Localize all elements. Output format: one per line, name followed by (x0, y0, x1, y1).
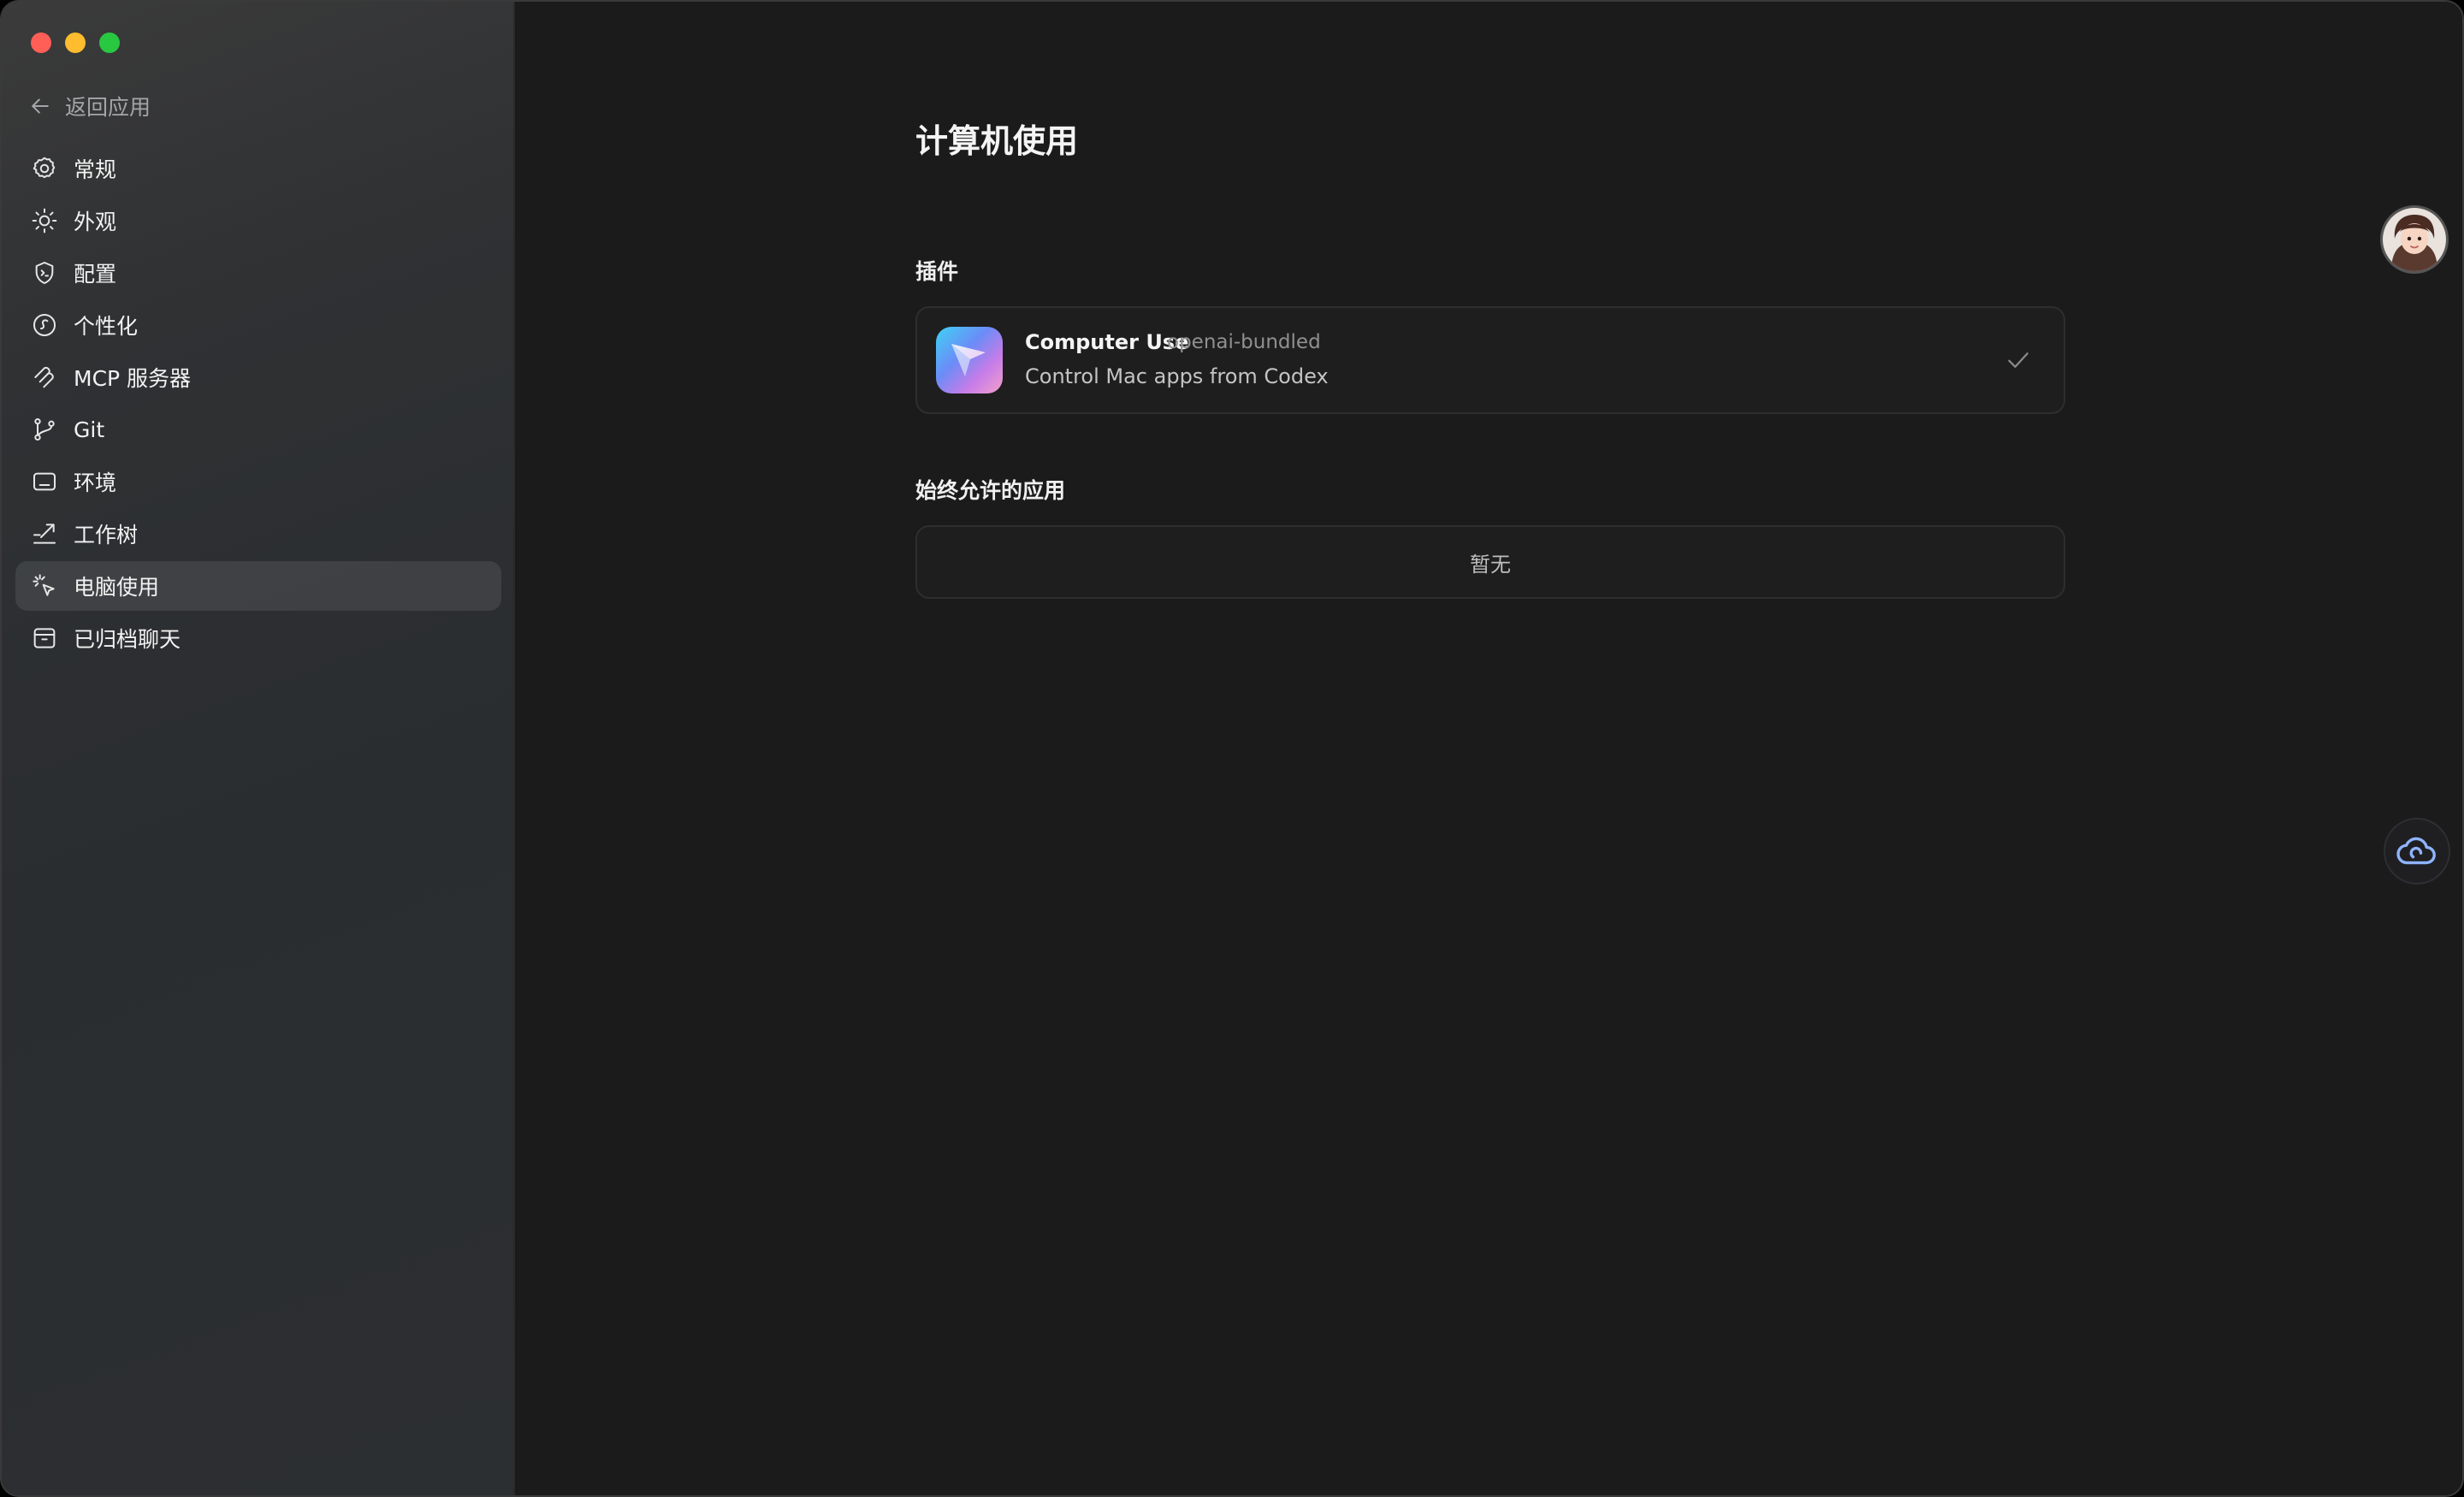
sidebar-item-label: 常规 (74, 157, 117, 182)
plugins-section-title: 插件 (915, 259, 959, 284)
arrow-left-icon (32, 98, 49, 114)
sidebar-item-label: 电脑使用 (74, 575, 160, 600)
empty-state-label: 暂无 (1470, 552, 1511, 577)
settings-nav: 常规 外观 配置 个性化 MCP 服务器 Git 环境 工作树 电脑使用 已归档… (15, 144, 501, 666)
cloud-sync-button[interactable] (2384, 818, 2450, 885)
sidebar-item-worktree[interactable]: 工作树 (15, 509, 501, 559)
cloud-icon (2396, 837, 2436, 865)
sidebar-item-personalization[interactable]: 个性化 (15, 300, 501, 350)
user-avatar[interactable] (2380, 205, 2449, 274)
computer-use-app-icon (936, 327, 1003, 393)
zoom-window-button[interactable] (99, 33, 120, 53)
cursor-click-icon (31, 572, 58, 600)
sidebar-item-label: 外观 (74, 210, 117, 234)
back-to-app-button[interactable]: 返回应用 (27, 91, 151, 121)
sidebar-item-label: MCP 服务器 (74, 366, 192, 391)
settings-content: 计算机使用 插件 Computer Use openai-bundled Con… (517, 2, 2462, 1495)
sidebar-item-general[interactable]: 常规 (15, 144, 501, 193)
settings-sidebar: 返回应用 常规 外观 配置 个性化 MCP 服务器 Git 环境 工作树 电脑使… (2, 2, 515, 1495)
window-controls (31, 33, 120, 53)
app-window: 返回应用 常规 外观 配置 个性化 MCP 服务器 Git 环境 工作树 电脑使… (0, 0, 2464, 1497)
sidebar-item-label: Git (74, 417, 105, 442)
avatar-face-icon (2383, 208, 2446, 271)
plugin-description: Control Mac apps from Codex (1025, 364, 1329, 388)
archive-icon (31, 624, 58, 652)
git-branch-icon (31, 416, 58, 443)
sidebar-item-archived-chats[interactable]: 已归档聊天 (15, 613, 501, 663)
sidebar-item-appearance[interactable]: 外观 (15, 196, 501, 246)
config-shield-icon (31, 259, 58, 287)
allowed-apps-empty-state: 暂无 (915, 525, 2065, 599)
back-label: 返回应用 (65, 95, 151, 120)
plugin-name: Computer Use (1025, 330, 1189, 354)
sidebar-item-computer-use[interactable]: 电脑使用 (15, 561, 501, 611)
sidebar-item-label: 个性化 (74, 314, 139, 339)
allowed-apps-section-title: 始终允许的应用 (915, 478, 1066, 503)
sidebar-item-label: 环境 (74, 470, 117, 495)
sidebar-item-label: 工作树 (74, 523, 139, 547)
gear-icon (31, 155, 58, 182)
close-window-button[interactable] (31, 33, 51, 53)
worktree-icon (31, 520, 58, 547)
sidebar-item-label: 已归档聊天 (74, 627, 181, 652)
plugin-source: openai-bundled (1167, 331, 1321, 353)
sidebar-item-label: 配置 (74, 262, 117, 287)
sidebar-item-git[interactable]: Git (15, 405, 501, 454)
sidebar-item-environment[interactable]: 环境 (15, 457, 501, 506)
checkmark-icon[interactable] (2004, 346, 2033, 375)
sun-icon (31, 207, 58, 234)
mcp-icon (31, 364, 58, 391)
minimize-window-button[interactable] (65, 33, 86, 53)
sidebar-item-config[interactable]: 配置 (15, 248, 501, 298)
page-title: 计算机使用 (915, 122, 1079, 160)
sidebar-item-mcp[interactable]: MCP 服务器 (15, 352, 501, 402)
plugin-card-computer-use[interactable]: Computer Use openai-bundled Control Mac … (915, 306, 2065, 414)
personalize-icon (31, 311, 58, 339)
monitor-icon (31, 468, 58, 495)
